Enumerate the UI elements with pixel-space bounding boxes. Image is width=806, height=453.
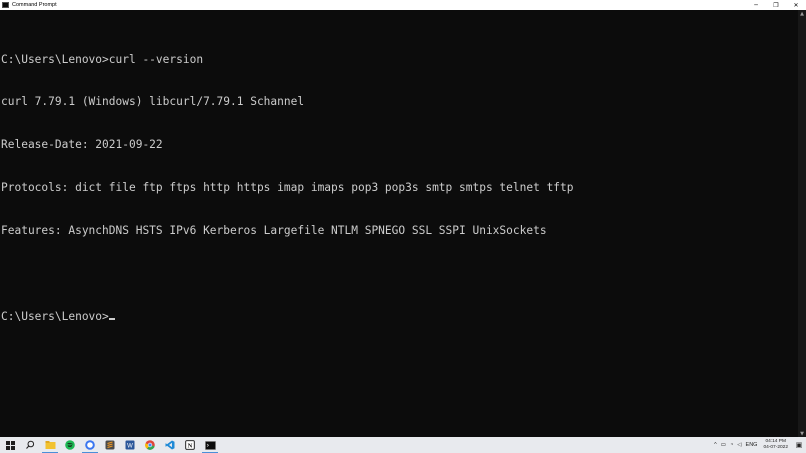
text-cursor <box>108 317 115 320</box>
word-icon: W <box>125 440 135 450</box>
battery-icon[interactable]: ▭ <box>721 442 726 448</box>
taskbar-word[interactable]: W <box>120 437 140 453</box>
prompt-line[interactable]: C:\Users\Lenovo> <box>1 310 798 324</box>
window-controls: ─ ❐ ✕ <box>746 0 806 10</box>
system-tray: ^ ▭ ◔ ◁ ENG 04:14 PM 04-07-2022 ▣ <box>712 437 806 453</box>
console-line: curl 7.79.1 (Windows) libcurl/7.79.1 Sch… <box>1 95 305 109</box>
start-icon <box>5 440 15 450</box>
svg-text:W: W <box>127 443 133 449</box>
maximize-button[interactable]: ❐ <box>766 0 786 10</box>
taskbar-spotify[interactable] <box>60 437 80 453</box>
taskbar-vscode[interactable] <box>160 437 180 453</box>
volume-icon[interactable]: ◁ <box>737 442 741 448</box>
vertical-scrollbar[interactable]: ▲ ▼ <box>798 10 806 438</box>
clock-date: 04-07-2022 <box>763 445 788 450</box>
file-explorer-icon <box>45 441 55 449</box>
vscode-icon <box>165 440 175 450</box>
taskbar-command-prompt[interactable] <box>200 437 220 453</box>
title-bar[interactable]: Command Prompt ─ ❐ ✕ <box>0 0 806 10</box>
prompt-text: C:\Users\Lenovo> <box>1 309 109 323</box>
signal-icon <box>85 440 95 450</box>
notification-center-icon[interactable]: ▣ <box>792 437 806 453</box>
notion-icon: N <box>185 440 195 450</box>
show-hidden-icons-chevron-icon[interactable]: ^ <box>714 442 717 448</box>
cmd-icon <box>204 440 216 450</box>
taskbar: W N ^ ▭ ◔ ◁ ENG 04:14 PM 04-07-2022 ▣ <box>0 437 806 453</box>
taskbar-signal[interactable] <box>80 437 100 453</box>
console-line: Release-Date: 2021-09-22 <box>1 138 163 152</box>
console-line: Features: AsynchDNS HSTS IPv6 Kerberos L… <box>1 224 547 238</box>
taskbar-file-explorer[interactable] <box>40 437 60 453</box>
svg-text:N: N <box>188 443 193 450</box>
taskbar-sublime[interactable] <box>100 437 120 453</box>
clock[interactable]: 04:14 PM 04-07-2022 <box>763 439 788 451</box>
console-output[interactable]: C:\Users\Lenovo>curl --version curl 7.79… <box>0 10 798 438</box>
spotify-icon <box>65 440 75 450</box>
taskbar-notion[interactable]: N <box>180 437 200 453</box>
console-line: Protocols: dict file ftp ftps http https… <box>1 181 574 195</box>
scroll-up-button[interactable]: ▲ <box>798 10 806 18</box>
sublime-icon <box>105 440 115 450</box>
chrome-icon <box>145 440 155 450</box>
close-button[interactable]: ✕ <box>786 0 806 10</box>
window-title: Command Prompt <box>12 2 57 8</box>
cmd-app-icon <box>2 2 9 8</box>
wifi-icon[interactable]: ◔ <box>730 442 733 448</box>
start-button[interactable] <box>0 437 20 453</box>
search-icon <box>26 440 35 449</box>
language-indicator[interactable]: ENG <box>746 442 758 448</box>
taskbar-chrome[interactable] <box>140 437 160 453</box>
minimize-button[interactable]: ─ <box>746 0 766 10</box>
search-button[interactable] <box>20 437 40 453</box>
console-line: C:\Users\Lenovo>curl --version <box>1 52 204 66</box>
